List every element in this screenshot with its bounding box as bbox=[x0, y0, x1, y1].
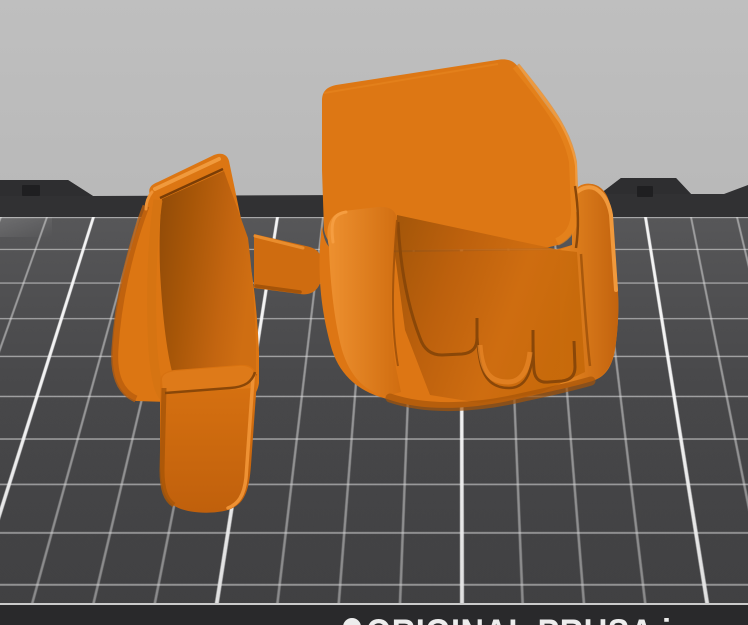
model-left-rail[interactable] bbox=[327, 206, 401, 396]
clip-cavity bbox=[159, 171, 256, 397]
model-mounting-arm[interactable] bbox=[253, 234, 322, 295]
slicer-3d-viewport: ORIGINAL PRUSA i bbox=[0, 0, 748, 625]
printable-object-phone-holder[interactable] bbox=[0, 0, 748, 625]
model-clip-tongue[interactable] bbox=[159, 364, 257, 513]
